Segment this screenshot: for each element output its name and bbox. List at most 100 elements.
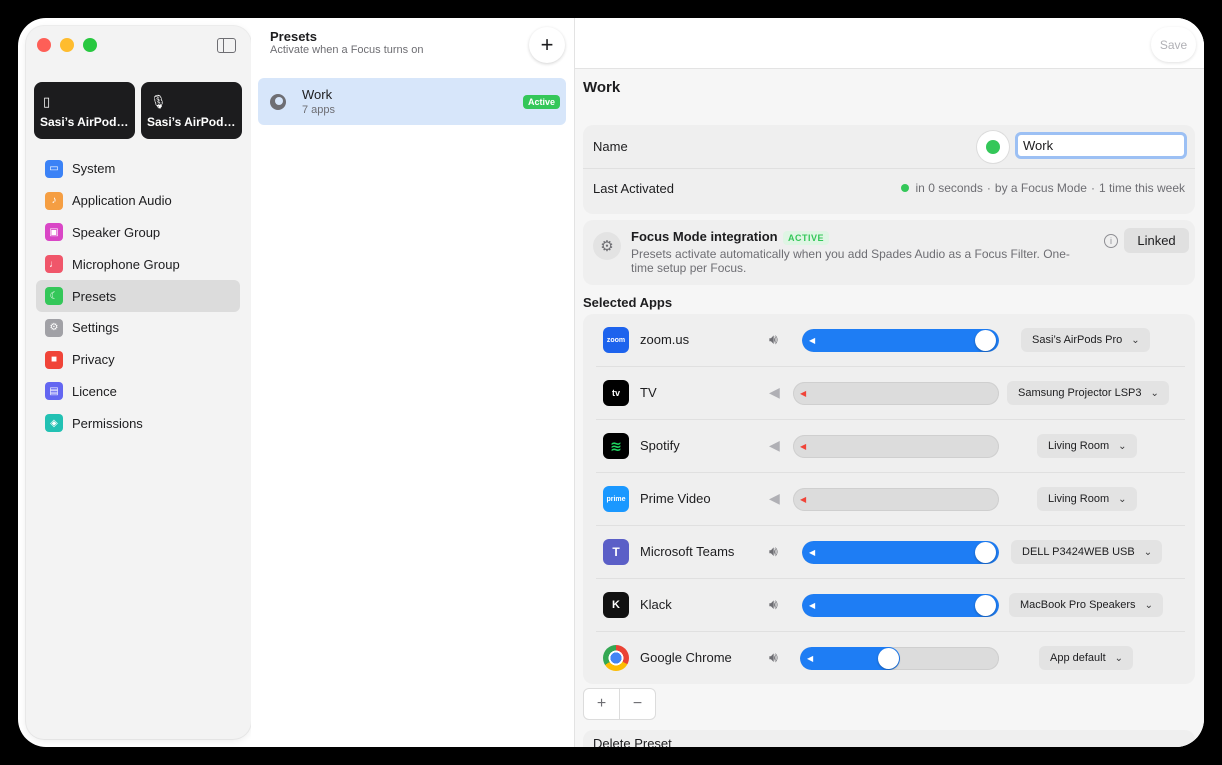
sidebar-item-licence[interactable]: ▤ Licence	[36, 376, 240, 408]
output-device-select[interactable]: Samsung Projector LSP3 ⌄	[1007, 381, 1169, 405]
output-device-select[interactable]: Living Room ⌄	[1037, 487, 1137, 511]
speaker-volume-icon[interactable]: 🔊︎	[769, 543, 778, 560]
chevron-down-icon: ⌄	[1150, 387, 1159, 399]
sidebar-item-label: Settings	[72, 320, 119, 336]
speaker-muted-icon[interactable]: ◀	[769, 490, 780, 507]
preset-detail-pane: Save Work Name Last Activated in 0 secon…	[575, 18, 1204, 747]
slider-knob[interactable]	[975, 595, 996, 616]
sidebar-item-speaker-group[interactable]: ▣ Speaker Group	[36, 217, 240, 249]
output-device-select[interactable]: DELL P3424WEB USB ⌄	[1011, 540, 1163, 564]
sidebar-item-system[interactable]: ▭ System	[36, 153, 240, 185]
sidebar-item-application-audio[interactable]: ♪ Application Audio	[36, 185, 240, 217]
speaker-volume-icon[interactable]: 🔊︎	[769, 331, 778, 348]
slider-knob[interactable]	[975, 330, 996, 351]
sidebar-toggle-icon[interactable]	[217, 38, 236, 53]
shield-icon: ◈	[45, 414, 63, 433]
app-name: zoom.us	[640, 332, 690, 347]
prime-video-app-icon: prime	[603, 486, 629, 512]
focus-mode-card: ⚙ Focus Mode integration ACTIVE Presets …	[583, 220, 1195, 285]
slider-fill	[802, 329, 999, 352]
page-title: Work	[583, 79, 621, 96]
preset-name-field[interactable]	[1015, 132, 1187, 159]
output-device-select[interactable]: Sasi’s AirPods Pro ⌄	[1021, 328, 1150, 352]
sidebar-item-privacy[interactable]: ■ Privacy	[36, 344, 240, 376]
slider-knob[interactable]	[878, 648, 899, 669]
preset-name: Work	[302, 87, 333, 102]
preset-icon-picker[interactable]	[977, 131, 1009, 163]
speaker-muted-icon[interactable]: ◀	[769, 437, 780, 454]
select-value: DELL P3424WEB USB	[1022, 546, 1135, 558]
slider-knob[interactable]	[975, 542, 996, 563]
moon-icon: ☾	[45, 287, 63, 306]
remove-app-button[interactable]: −	[619, 689, 655, 719]
select-value: App default	[1050, 652, 1106, 664]
minimize-window-button[interactable]	[60, 38, 74, 52]
linked-button[interactable]: Linked	[1124, 228, 1189, 253]
add-app-button[interactable]: +	[584, 689, 619, 719]
volume-slider[interactable]: ◀	[802, 541, 999, 564]
separator-dot: ·	[1090, 181, 1095, 195]
zoom-window-button[interactable]	[83, 38, 97, 52]
app-row-tv: tv TV ◀ ◀ Samsung Projector LSP3 ⌄	[583, 367, 1195, 420]
speaker-muted-icon[interactable]: ◀	[769, 384, 780, 401]
detail-toolbar: Save	[575, 18, 1204, 69]
status-badge: Active	[522, 95, 560, 109]
last-activated-label: Last Activated	[593, 181, 674, 196]
info-icon[interactable]: i	[1104, 234, 1118, 248]
app-row-microsoft-teams: T Microsoft Teams 🔊︎ ◀ DELL P3424WEB USB…	[583, 526, 1195, 579]
select-value: Living Room	[1048, 440, 1110, 452]
output-device-select[interactable]: Living Room ⌄	[1037, 434, 1137, 458]
sidebar-item-settings[interactable]: ⚙ Settings	[36, 312, 240, 344]
sidebar-item-label: Privacy	[72, 352, 115, 368]
sidebar-item-permissions[interactable]: ◈ Permissions	[36, 407, 240, 439]
output-device-select[interactable]: MacBook Pro Speakers ⌄	[1009, 593, 1163, 617]
volume-slider[interactable]: ◀	[793, 435, 999, 458]
zoom-app-icon: zoom	[603, 327, 629, 353]
speaker-muted-small-icon: ◀	[800, 442, 807, 451]
volume-slider[interactable]: ◀	[802, 329, 999, 352]
sidebar-item-label: Microphone Group	[72, 256, 180, 272]
last-activated-by: by a Focus Mode	[994, 181, 1087, 195]
last-activated-frequency: 1 time this week	[1098, 181, 1185, 195]
speaker-icon: ▯	[43, 94, 51, 109]
last-activated-when: in 0 seconds	[915, 181, 983, 195]
add-preset-button[interactable]: +	[529, 27, 565, 63]
app-name: Klack	[640, 597, 672, 612]
app-name: Microsoft Teams	[640, 544, 735, 559]
sidebar-item-label: Application Audio	[72, 193, 172, 209]
preset-item-work[interactable]: Work 7 apps Active	[258, 78, 566, 125]
chevron-down-icon: ⌄	[1118, 493, 1127, 505]
slider-fill	[802, 541, 999, 564]
sidebar-item-presets[interactable]: ☾ Presets	[36, 280, 240, 312]
app-row-prime-video: prime Prime Video ◀ ◀ Living Room ⌄	[583, 473, 1195, 526]
divider	[583, 168, 1195, 169]
speaker-volume-icon[interactable]: 🔊︎	[769, 596, 778, 613]
app-name: Google Chrome	[640, 650, 732, 665]
speaker-group-icon: ▣	[45, 223, 63, 242]
output-device-select[interactable]: App default ⌄	[1039, 646, 1134, 670]
select-value: MacBook Pro Speakers	[1020, 599, 1136, 611]
moon-icon	[270, 94, 286, 110]
sidebar-item-microphone-group[interactable]: ♩ Microphone Group	[36, 248, 240, 280]
tv-app-icon: tv	[603, 380, 629, 406]
input-device-label: Sasi’s AirPods...	[147, 115, 239, 129]
speaker-volume-icon[interactable]: 🔊︎	[769, 649, 778, 666]
input-device-card[interactable]: 🎙 Sasi’s AirPods...	[141, 82, 242, 139]
volume-slider[interactable]: ◀	[800, 647, 999, 670]
select-value: Samsung Projector LSP3	[1018, 387, 1142, 399]
speaker-muted-small-icon: ◀	[800, 495, 807, 504]
sidebar-item-label: Licence	[72, 383, 117, 399]
presets-title: Presets	[270, 29, 317, 44]
add-remove-apps: + −	[583, 688, 656, 720]
close-window-button[interactable]	[37, 38, 51, 52]
save-button[interactable]: Save	[1151, 27, 1196, 62]
speaker-small-icon: ◀	[809, 336, 816, 345]
app-row-klack: K Klack 🔊︎ ◀ MacBook Pro Speakers ⌄	[583, 579, 1195, 632]
speaker-muted-small-icon: ◀	[800, 389, 807, 398]
volume-slider[interactable]: ◀	[793, 382, 999, 405]
music-note-icon: ♪	[45, 191, 63, 210]
volume-slider[interactable]: ◀	[802, 594, 999, 617]
chevron-down-icon: ⌄	[1118, 440, 1127, 452]
output-device-card[interactable]: ▯ Sasi’s AirPods...	[34, 82, 135, 139]
volume-slider[interactable]: ◀	[793, 488, 999, 511]
